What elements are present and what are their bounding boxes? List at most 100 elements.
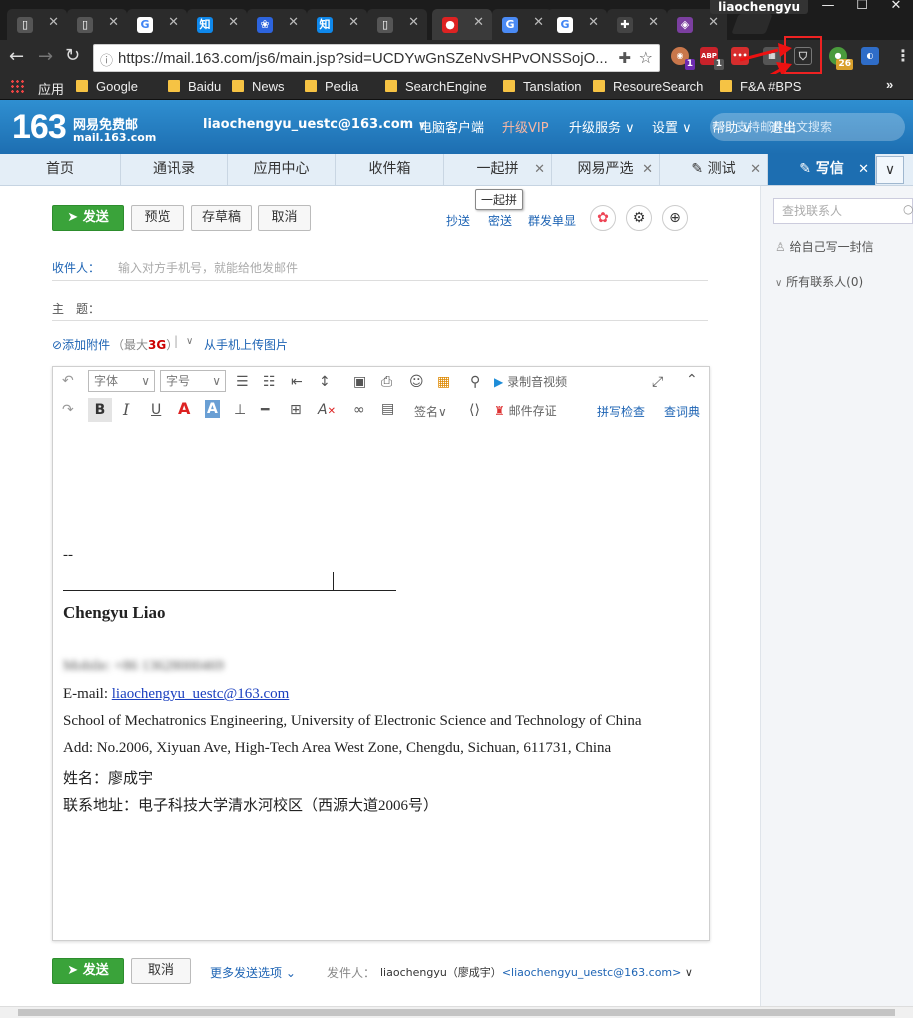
bcc-link[interactable]: 密送 <box>488 212 512 229</box>
collapse-toolbar-icon[interactable]: ⌃ <box>686 371 698 389</box>
close-tab-icon[interactable]: ✕ <box>708 15 719 30</box>
subject-input[interactable] <box>118 294 708 318</box>
link-icon[interactable]: ∞ <box>353 401 365 419</box>
bookmark-item[interactable]: Pedia <box>305 79 358 94</box>
rich-text-editor[interactable] <box>52 366 710 941</box>
header-link-help[interactable]: 帮助 ∨ <box>712 117 752 136</box>
font-size-select[interactable]: 字号 ∨ <box>160 370 226 392</box>
microphone-icon[interactable]: ⚲ <box>470 373 480 391</box>
close-tab-icon[interactable]: ✕ <box>473 15 484 30</box>
apps-grid-icon[interactable] <box>10 79 24 93</box>
close-window-icon[interactable]: ✕ <box>879 0 913 14</box>
format-brush-icon[interactable]: ⊥ <box>234 401 246 419</box>
close-tab-icon[interactable]: ✕ <box>288 15 299 30</box>
highlight-color-icon[interactable]: A <box>205 400 220 418</box>
font-family-select[interactable]: 字体 ∨ <box>88 370 155 392</box>
send-button-bottom[interactable]: ➤ 发送 <box>52 958 124 984</box>
preview-button[interactable]: 预览 <box>131 205 184 231</box>
code-icon[interactable]: ⟨⟩ <box>469 401 480 419</box>
undo-icon[interactable]: ↶ <box>62 372 74 390</box>
record-video-button[interactable]: ▶ 录制音视频 <box>494 373 567 391</box>
horizontal-scrollbar[interactable] <box>0 1006 913 1018</box>
close-tab-icon[interactable]: ✕ <box>168 15 179 30</box>
stationery-icon[interactable]: ✿ <box>590 205 616 231</box>
extension-globe-icon[interactable]: ● 26 <box>829 47 853 70</box>
from-select[interactable]: liaochengyu（廖成宇）<liaochengyu_uestc@163.c… <box>380 964 693 980</box>
back-icon[interactable]: ← <box>9 48 24 66</box>
email-link[interactable]: liaochengyu_uestc@163.com <box>112 686 290 702</box>
to-input[interactable]: 输入对方手机号，就能给他发邮件 <box>118 259 298 276</box>
contact-search-input[interactable]: 查找联系人 <box>773 198 913 224</box>
bookmark-item[interactable]: Baidu <box>168 79 221 94</box>
profile-name[interactable]: liaochengyu <box>710 0 808 14</box>
bullet-list-icon[interactable]: ☷ <box>263 373 276 391</box>
tab-yanxuan[interactable]: 网易严选 ✕ <box>552 154 660 185</box>
write-to-self-link[interactable]: ♙ 给自己写一封信 <box>775 238 874 255</box>
tab-home[interactable]: 首页 <box>0 154 121 185</box>
header-link-service[interactable]: 升级服务 ∨ <box>569 117 635 136</box>
close-tab-icon[interactable]: ✕ <box>642 154 653 185</box>
redo-icon[interactable]: ↷ <box>62 401 74 419</box>
attach-dropdown-icon[interactable]: ∨ <box>186 336 193 347</box>
reload-icon[interactable]: ↻ <box>65 47 80 65</box>
close-tab-icon[interactable]: ✕ <box>348 15 359 30</box>
extension-puzzle-icon[interactable]: ✚ <box>618 49 631 67</box>
browser-tab[interactable]: ✚ ✕ <box>607 9 667 40</box>
browser-tab[interactable]: 知 ✕ <box>307 9 367 40</box>
fullscreen-icon[interactable]: ⤢ <box>652 373 663 391</box>
send-button[interactable]: ➤ 发送 <box>52 205 124 231</box>
account-name[interactable]: liaochengyu_uestc@163.com ∨ <box>203 117 426 132</box>
bookmark-item[interactable]: Tanslation <box>503 79 582 94</box>
cancel-button-bottom[interactable]: 取消 <box>131 958 191 984</box>
underline-icon[interactable]: U <box>151 401 161 419</box>
gear-icon[interactable]: ⚙ <box>626 205 652 231</box>
image-icon[interactable]: ▣ <box>353 373 366 391</box>
browser-tab[interactable]: ● ✕ <box>432 9 492 40</box>
browser-tab[interactable]: G ✕ <box>547 9 607 40</box>
mail-evidence-button[interactable]: ♜ 邮件存证 <box>494 402 557 420</box>
indent-icon[interactable]: ⇤ <box>291 373 303 391</box>
more-bookmarks-icon[interactable]: » <box>886 77 893 92</box>
align-icon[interactable]: ☰ <box>236 373 249 391</box>
cancel-button[interactable]: 取消 <box>258 205 311 231</box>
upload-from-phone-link[interactable]: 从手机上传图片 <box>204 336 288 353</box>
tab-apps[interactable]: 应用中心 <box>228 154 336 185</box>
tab-compose[interactable]: ✎ 写信 ✕ <box>768 154 876 185</box>
close-tab-icon[interactable]: ✕ <box>534 154 545 185</box>
clear-format-icon[interactable]: A✕ <box>318 401 336 421</box>
tab-contacts[interactable]: 通讯录 <box>121 154 228 185</box>
search-icon[interactable]: ○ <box>903 202 913 216</box>
line-height-icon[interactable]: ↕ <box>319 373 331 391</box>
forward-icon[interactable]: → <box>38 48 53 66</box>
bookmark-apps[interactable]: 应用 <box>38 79 64 98</box>
extension-blue-icon[interactable]: ◐ <box>861 47 879 65</box>
header-link-settings[interactable]: 设置 ∨ <box>652 117 692 136</box>
browser-tab[interactable]: ▯ ✕ <box>367 9 427 40</box>
close-tab-icon[interactable]: ✕ <box>48 15 59 30</box>
bookmark-item[interactable]: ResoureSearch <box>593 79 703 94</box>
table-icon[interactable]: ⊞ <box>290 401 302 419</box>
dictionary-link[interactable]: 查词典 <box>664 403 700 421</box>
info-icon[interactable]: ⓘ <box>100 50 113 69</box>
bookmark-item[interactable]: F&A #BPS <box>720 79 801 94</box>
browser-tab[interactable]: ❀ ✕ <box>247 9 307 40</box>
tabs-dropdown-icon[interactable]: ∨ <box>876 156 904 184</box>
chrome-menu-icon[interactable]: ⋮ <box>895 46 911 65</box>
browser-tab[interactable]: ▯ ✕ <box>67 9 127 40</box>
cc-link[interactable]: 抄送 <box>446 212 470 229</box>
logo-163[interactable]: 163 <box>12 108 67 147</box>
minimize-icon[interactable]: — <box>811 0 845 14</box>
single-send-link[interactable]: 群发单显 <box>528 212 576 229</box>
close-tab-icon[interactable]: ✕ <box>648 15 659 30</box>
bookmark-item[interactable]: SearchEngine <box>385 79 487 94</box>
italic-icon[interactable]: I <box>123 401 129 419</box>
spell-check-link[interactable]: 拼写检查 <box>597 403 645 421</box>
save-draft-button[interactable]: 存草稿 <box>191 205 252 231</box>
screenshot-icon[interactable]: ⎙ <box>381 373 392 391</box>
browser-tab[interactable]: ▯ ✕ <box>7 9 67 40</box>
add-contact-icon[interactable]: ⊕ <box>662 205 688 231</box>
calendar-icon[interactable]: ▤ <box>381 400 394 418</box>
address-bar[interactable]: ⓘ https://mail.163.com/js6/main.jsp?sid=… <box>93 44 660 72</box>
browser-tab[interactable]: 知 ✕ <box>187 9 247 40</box>
close-tab-icon[interactable]: ✕ <box>108 15 119 30</box>
